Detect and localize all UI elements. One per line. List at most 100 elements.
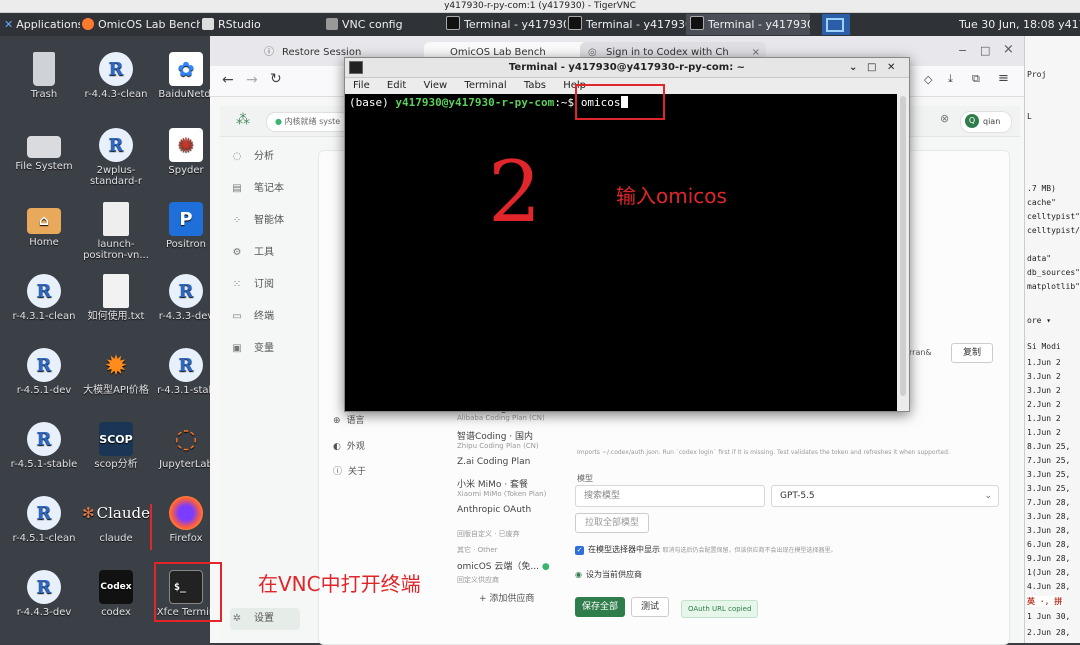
scrollbar-thumb[interactable]	[900, 96, 906, 396]
terminal-screen[interactable]: (base) y417930@y417930-r-py-com:~$ omico…	[345, 94, 897, 411]
menu-tabs[interactable]: Tabs	[524, 80, 546, 91]
task-vnc-config[interactable]: VNC config	[322, 14, 444, 35]
pocket-icon[interactable]: ◇	[924, 73, 932, 86]
jupyter-icon: ◌	[174, 424, 198, 454]
close-icon[interactable]: ✕	[887, 58, 895, 77]
provider-omicos-cloud[interactable]: omicOS 云端（免... ●	[457, 559, 550, 572]
firefox-icon	[82, 18, 94, 30]
rstudio-text-line: 3.Jun 2	[1027, 386, 1061, 395]
maximize-icon[interactable]: □	[867, 58, 876, 77]
r-icon: R	[99, 52, 133, 86]
sidebar-item-terminal[interactable]: ▭ 终端	[230, 306, 310, 328]
kernel-status-chip: ● 内核就绪 syste	[266, 112, 350, 132]
chat-icon: ◌	[232, 151, 242, 162]
palette-icon: ◐	[333, 442, 341, 452]
sidebar-item-notebook[interactable]: ▤ 笔记本	[230, 178, 310, 200]
menu-file[interactable]: File	[353, 80, 370, 91]
menu-view[interactable]: View	[423, 80, 447, 91]
desktop-icon-launch-positron[interactable]: launch-positron-vn...	[80, 202, 152, 261]
sidebar-item-agents[interactable]: ⁘ 智能体	[230, 210, 310, 232]
task-terminal-2[interactable]: Terminal - y417930...	[564, 14, 688, 35]
rstudio-text-line: 2.Jun 28,	[1027, 628, 1071, 637]
desktop-icon-r-4-3-1-clean[interactable]: R r-4.3.1-clean	[8, 274, 80, 322]
rstudio-text-line: .7 MB)	[1027, 184, 1056, 193]
desktop-icon-r-4-4-3-dev[interactable]: R r-4.4.3-dev	[8, 570, 80, 618]
terminal-icon	[446, 16, 460, 30]
sidebar-item-analysis[interactable]: ◌ 分析	[230, 146, 310, 168]
test-button[interactable]: 测试	[631, 597, 669, 617]
terminal-scrollbar[interactable]	[897, 94, 909, 411]
forward-icon[interactable]: →	[246, 72, 258, 88]
provider-xiaomi[interactable]: 小米 MiMo · 套餐 Xiaomi MiMo (Token Plan)	[457, 477, 546, 498]
minimize-icon[interactable]: −	[958, 44, 967, 57]
hamburger-menu-icon[interactable]: ≡	[998, 71, 1009, 86]
import-hint: Imports ~/.codex/auth.json. Run `codex l…	[577, 449, 950, 456]
model-search-input[interactable]: 搜索模型	[575, 485, 765, 507]
close-circle-icon[interactable]: ⊗	[940, 112, 949, 125]
user-menu[interactable]: Qqian	[960, 111, 1012, 133]
status-dot-icon: ●	[275, 117, 282, 126]
settings-nav-appearance[interactable]: ◐ 外观	[333, 439, 365, 452]
applications-menu[interactable]: ✕ Applications	[0, 14, 80, 35]
add-provider-button[interactable]: + 添加供应商	[479, 591, 534, 604]
extensions-icon[interactable]: ⧉	[972, 72, 980, 86]
menu-terminal[interactable]: Terminal	[464, 80, 506, 91]
desktop-icon-home[interactable]: ⌂ Home	[8, 202, 80, 248]
reload-icon[interactable]: ↻	[270, 71, 282, 87]
show-in-selector-checkbox[interactable]: ✓ 在模型选择器中显示 取消勾选后仍会配置保留，但该供应商不会出现在模型选择器里。	[575, 544, 837, 555]
sidebar-item-settings[interactable]: ✲ 设置	[230, 608, 300, 630]
desktop-icon-r-4-5-1-clean[interactable]: R r-4.5.1-clean	[8, 496, 80, 544]
prompt-user-host: y417930@y417930-r-py-com	[395, 96, 555, 109]
download-icon[interactable]: ⤓	[948, 72, 953, 86]
desktop-icon-file-system[interactable]: File System	[8, 128, 80, 172]
settings-nav-about[interactable]: ⓘ 关于	[333, 464, 366, 477]
copy-button[interactable]: 复制	[951, 343, 993, 363]
rstudio-text-line: 2.Jun 2	[1027, 400, 1061, 409]
desktop-icon-r-4-4-3-clean[interactable]: R r-4.4.3-clean	[80, 52, 152, 100]
vnc-icon	[326, 18, 338, 30]
terminal-app-icon	[349, 61, 363, 74]
model-select[interactable]: GPT-5.5 ⌄	[771, 485, 999, 507]
desktop-icon-codex[interactable]: Codex codex	[80, 570, 152, 618]
desktop-icon-llm-api-price[interactable]: ✹ 大模型API价格	[80, 348, 152, 397]
provider-zai[interactable]: Z.ai Coding Plan	[457, 457, 530, 467]
panel-clock[interactable]: Tue 30 Jun, 18:08 y417930	[955, 14, 1080, 35]
api-key-field[interactable]: rran&	[909, 343, 945, 363]
terminal-title-bar[interactable]: Terminal - y417930@y417930-r-py-com: ~ ⌄…	[345, 58, 909, 78]
task-terminal-3[interactable]: Terminal - y417930...	[686, 14, 810, 35]
provider-zhipu[interactable]: 智谱Coding · 国内 Zhipu Coding Plan (CN)	[457, 429, 539, 450]
menu-edit[interactable]: Edit	[387, 80, 406, 91]
rstudio-text-line: 英 ·, 拼	[1027, 596, 1063, 607]
desktop-icon-r-4-5-1-stable[interactable]: R r-4.5.1-stable	[8, 422, 80, 470]
desktop-icon-scop[interactable]: SCOP scop分析	[80, 422, 152, 470]
minimize-icon[interactable]: ⌄	[849, 58, 857, 77]
settings-nav-language[interactable]: ⊕ 语言	[333, 413, 365, 426]
agent-icon: ⁘	[232, 215, 242, 226]
desktop-icon-r-4-5-1-dev[interactable]: R r-4.5.1-dev	[8, 348, 80, 396]
maximize-icon[interactable]: □	[980, 44, 990, 57]
show-desktop-button[interactable]	[822, 14, 850, 35]
sidebar-item-variables[interactable]: ▣ 变量	[230, 338, 310, 360]
rstudio-window-fragment: Proj L .7 MB) cache" celltypist" celltypist/p…	[1024, 36, 1080, 643]
task-omicos-browser[interactable]: OmicOS Lab Bench ...	[78, 14, 200, 35]
rstudio-text-line: 4.Jun 28,	[1027, 582, 1071, 591]
pull-models-button[interactable]: 拉取全部模型	[575, 513, 649, 533]
task-terminal-1[interactable]: Terminal - y417930...	[442, 14, 566, 35]
provider-anthropic-oauth[interactable]: Anthropic OAuth	[457, 505, 531, 515]
desktop-icon-claude[interactable]: ✻ Claude claude	[78, 496, 154, 544]
text-file-icon	[103, 274, 129, 308]
desktop-icon-how-to-use-txt[interactable]: 如何使用.txt	[80, 274, 152, 322]
claude-sparkle-icon: ✻	[82, 504, 95, 522]
r-icon: R	[169, 274, 203, 308]
desktop-icon-2wplus-standard-r[interactable]: R 2wplus-standard-r	[80, 128, 152, 187]
rstudio-text-line: Proj	[1027, 70, 1047, 79]
sidebar-item-subscriptions[interactable]: ⁙ 订阅	[230, 274, 310, 296]
sidebar-item-tools[interactable]: ⚙ 工具	[230, 242, 310, 264]
vnc-title-bar: y417930-r-py-com:1 (y417930) - TigerVNC	[0, 0, 1080, 13]
back-icon[interactable]: ←	[222, 72, 234, 88]
set-current-provider-radio[interactable]: ◉ 设为当前供应商	[575, 569, 642, 580]
task-rstudio[interactable]: RStudio	[198, 14, 322, 35]
close-window-icon[interactable]: ×	[1003, 42, 1014, 57]
desktop-icon-trash[interactable]: Trash	[8, 52, 80, 100]
save-all-button[interactable]: 保存全部	[575, 597, 625, 617]
